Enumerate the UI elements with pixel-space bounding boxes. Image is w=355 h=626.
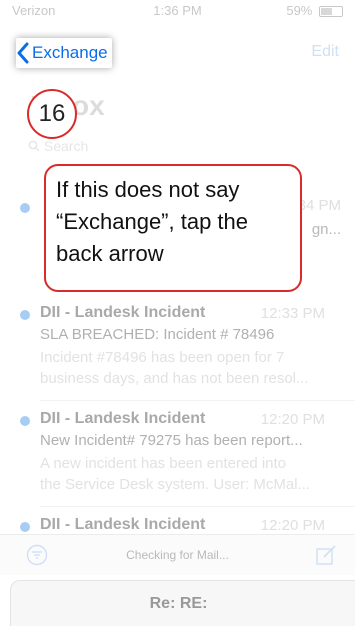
unread-dot bbox=[20, 522, 30, 532]
list-item[interactable]: DII - Landesk Incident 12:33 PM SLA BREA… bbox=[0, 304, 355, 398]
back-button[interactable]: Exchange bbox=[16, 38, 112, 68]
search-placeholder: Search bbox=[43, 138, 89, 154]
message-sender: DII - Landesk Incident bbox=[40, 304, 206, 321]
divider bbox=[40, 506, 355, 507]
status-bar: Verizon 1:36 PM 59% bbox=[0, 0, 355, 22]
message-time: 12:20 PM bbox=[260, 517, 325, 534]
message-preview: the Service Desk system. User: McMal... bbox=[40, 476, 311, 493]
message-preview: Incident #78496 has been open for 7 bbox=[40, 349, 285, 366]
back-button-label: Exchange bbox=[32, 43, 108, 62]
draft-title: Re: RE: bbox=[149, 595, 208, 612]
unread-dot bbox=[20, 203, 30, 213]
message-time: 12:33 PM bbox=[260, 305, 325, 322]
edit-button[interactable]: Edit bbox=[311, 43, 339, 61]
mail-screen: Verizon 1:36 PM 59% Exchange Edit Inbox … bbox=[0, 0, 355, 626]
navigation-bar: Exchange Edit bbox=[0, 22, 355, 68]
list-item[interactable]: DII - Landesk Incident 12:20 PM bbox=[0, 516, 355, 534]
draft-sheet[interactable]: Re: RE: bbox=[10, 580, 355, 626]
battery-icon bbox=[319, 6, 343, 18]
message-preview: gn... bbox=[311, 221, 341, 238]
list-item[interactable]: DII - Landesk Incident 12:20 PM New Inci… bbox=[0, 410, 355, 504]
battery-percent: 59% bbox=[286, 3, 313, 18]
step-number-badge: 16 bbox=[27, 89, 77, 139]
message-subject: New Incident# 79275 has been report... bbox=[40, 432, 303, 449]
message-time: 12:20 PM bbox=[260, 411, 325, 428]
search-icon bbox=[28, 140, 40, 152]
unread-dot bbox=[20, 416, 30, 426]
chevron-left-icon bbox=[17, 42, 29, 64]
bottom-toolbar: Checking for Mail... bbox=[0, 534, 355, 575]
message-preview: A new incident has been entered into bbox=[40, 455, 287, 472]
compose-icon[interactable] bbox=[315, 544, 337, 566]
unread-dot bbox=[20, 310, 30, 320]
search-input[interactable]: Search bbox=[28, 138, 88, 154]
instruction-callout: If this does not say “Exchange”, tap the… bbox=[44, 164, 302, 292]
message-subject: SLA BREACHED: Incident # 78496 bbox=[40, 326, 275, 343]
sync-status: Checking for Mail... bbox=[126, 548, 229, 562]
message-sender: DII - Landesk Incident bbox=[40, 516, 206, 533]
message-sender: DII - Landesk Incident bbox=[40, 410, 206, 427]
message-preview: business days, and has not been resol... bbox=[40, 370, 309, 387]
battery-indicator: 59% bbox=[286, 3, 343, 18]
divider bbox=[40, 400, 355, 401]
